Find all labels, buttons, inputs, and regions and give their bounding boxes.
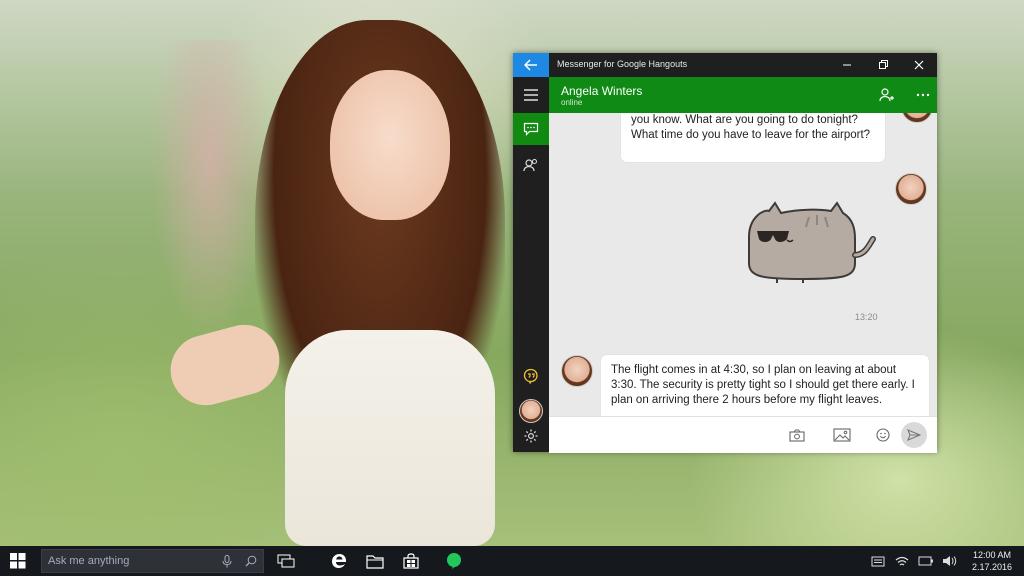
- task-view-button[interactable]: [273, 550, 299, 572]
- avatar: [561, 355, 593, 387]
- app-title: Messenger for Google Hangouts: [557, 59, 688, 69]
- more-icon: [916, 93, 930, 97]
- back-button[interactable]: [513, 53, 549, 77]
- clock-date[interactable]: 2.17.2016: [970, 562, 1014, 572]
- back-arrow-icon: [524, 59, 537, 71]
- restore-icon: [879, 60, 888, 69]
- volume-button[interactable]: [942, 554, 958, 568]
- hamburger-icon: [524, 89, 538, 101]
- contacts-icon: [523, 159, 537, 172]
- camera-icon: [789, 429, 805, 442]
- maximize-button[interactable]: [865, 53, 901, 77]
- avatar: [901, 113, 933, 123]
- task-view-icon: [277, 554, 295, 568]
- message-text: you know. What are you going to do tonig…: [631, 114, 871, 141]
- clock-time[interactable]: 12:00 AM: [970, 550, 1014, 560]
- microphone-icon[interactable]: [222, 555, 232, 568]
- avatar: [895, 173, 927, 205]
- title-bar: Messenger for Google Hangouts: [513, 53, 937, 77]
- message-timestamp: 13:20: [855, 312, 878, 322]
- wallpaper-dress: [285, 330, 495, 546]
- file-explorer-button[interactable]: [362, 550, 388, 572]
- messenger-window: Messenger for Google Hangouts Angela Win…: [513, 53, 937, 453]
- menu-button[interactable]: [513, 79, 549, 111]
- windows-logo-icon: [10, 553, 26, 569]
- hangouts-icon: [447, 553, 461, 569]
- send-button[interactable]: [901, 422, 927, 448]
- search-icon[interactable]: [245, 555, 257, 567]
- message-text: The flight comes in at 4:30, so I plan o…: [611, 364, 915, 406]
- hangouts-taskbar-button[interactable]: [441, 550, 467, 572]
- emoji-icon: [876, 428, 890, 442]
- wifi-icon: [895, 556, 909, 565]
- contact-status: online: [561, 98, 583, 107]
- battery-button[interactable]: [918, 554, 934, 568]
- sidebar-item-conversations[interactable]: [513, 113, 549, 145]
- sidebar: [513, 77, 549, 452]
- taskbar: Ask me anything 12:00 AM 2.17.2016: [0, 546, 1024, 576]
- notification-icon: [871, 556, 885, 566]
- emoji-button[interactable]: [873, 425, 893, 445]
- message-list[interactable]: you know. What are you going to do tonig…: [549, 113, 937, 416]
- camera-button[interactable]: [787, 425, 807, 445]
- message-bubble: you know. What are you going to do tonig…: [621, 113, 885, 162]
- start-button[interactable]: [0, 546, 36, 576]
- wallpaper-face: [330, 70, 450, 220]
- hangouts-logo-icon: [523, 368, 538, 384]
- notification-tray-button[interactable]: [870, 554, 886, 568]
- wifi-button[interactable]: [894, 554, 910, 568]
- pusheen-sticker: [748, 201, 876, 283]
- hangouts-button[interactable]: [513, 360, 549, 392]
- image-button[interactable]: [832, 425, 852, 445]
- sidebar-item-contacts[interactable]: [513, 149, 549, 181]
- contact-name: Angela Winters: [561, 84, 643, 98]
- edge-browser-button[interactable]: [326, 550, 352, 572]
- chat-header: Angela Winters online: [549, 77, 937, 113]
- add-person-icon: [879, 88, 894, 102]
- store-button[interactable]: [398, 550, 424, 572]
- image-icon: [833, 428, 851, 442]
- send-icon: [907, 429, 921, 441]
- more-options-button[interactable]: [913, 85, 933, 105]
- folder-icon: [366, 554, 384, 569]
- battery-icon: [918, 556, 933, 566]
- settings-button[interactable]: [513, 420, 549, 452]
- minimize-button[interactable]: [829, 53, 865, 77]
- close-button[interactable]: [901, 53, 937, 77]
- gear-icon: [524, 429, 538, 443]
- edge-icon: [332, 554, 346, 568]
- add-person-button[interactable]: [877, 85, 897, 105]
- chat-icon: [523, 122, 539, 136]
- store-icon: [403, 553, 419, 569]
- message-composer[interactable]: [549, 416, 937, 453]
- search-placeholder: Ask me anything: [48, 555, 130, 567]
- close-icon: [914, 60, 924, 70]
- message-bubble: The flight comes in at 4:30, so I plan o…: [601, 355, 929, 416]
- search-box[interactable]: Ask me anything: [41, 549, 264, 573]
- wallpaper-flowers: [150, 40, 270, 340]
- minimize-icon: [843, 64, 851, 66]
- volume-icon: [943, 556, 957, 566]
